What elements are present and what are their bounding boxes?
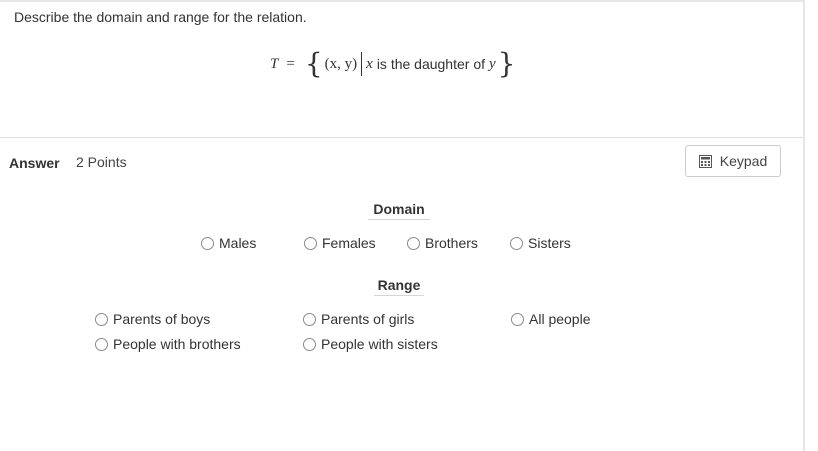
radio-people-with-sisters[interactable] bbox=[303, 337, 316, 351]
formula-pair: (x, y) bbox=[324, 55, 358, 72]
frame-top-border bbox=[0, 0, 803, 2]
domain-title: Domain bbox=[368, 201, 430, 220]
radio-males[interactable] bbox=[201, 236, 214, 250]
radio-parents-of-girls[interactable] bbox=[303, 312, 316, 326]
formula-close-brace: } bbox=[497, 47, 516, 80]
keypad-label: Keypad bbox=[719, 153, 768, 169]
range-option-label: People with sisters bbox=[321, 336, 438, 352]
radio-females[interactable] bbox=[304, 236, 317, 250]
keypad-button[interactable]: Keypad bbox=[685, 145, 781, 177]
range-option-parents-of-girls[interactable]: Parents of girls bbox=[303, 311, 414, 327]
domain-option-label: Sisters bbox=[528, 235, 571, 251]
formula-equals: = bbox=[286, 55, 295, 72]
domain-option-males[interactable]: Males bbox=[201, 235, 256, 251]
formula-var-x: x bbox=[366, 55, 373, 72]
radio-sisters[interactable] bbox=[510, 236, 523, 250]
range-option-people-with-sisters[interactable]: People with sisters bbox=[303, 336, 438, 352]
section-divider bbox=[0, 137, 803, 138]
radio-people-with-brothers[interactable] bbox=[95, 337, 108, 351]
formula-bar bbox=[361, 52, 363, 76]
radio-parents-of-boys[interactable] bbox=[95, 312, 108, 326]
radio-all-people[interactable] bbox=[511, 312, 524, 326]
range-option-people-with-brothers[interactable]: People with brothers bbox=[95, 336, 241, 352]
formula-open-brace: { bbox=[304, 47, 323, 80]
range-option-label: All people bbox=[529, 311, 591, 327]
range-option-label: Parents of boys bbox=[113, 311, 211, 327]
formula-lhs: T bbox=[270, 55, 279, 72]
calculator-icon bbox=[698, 154, 712, 168]
answer-label: Answer bbox=[9, 155, 60, 171]
domain-option-sisters[interactable]: Sisters bbox=[510, 235, 571, 251]
domain-option-label: Females bbox=[322, 235, 376, 251]
range-option-label: Parents of girls bbox=[321, 311, 415, 327]
frame-right-border bbox=[803, 0, 805, 451]
formula-condition: is the daughter of bbox=[376, 56, 485, 72]
domain-option-brothers[interactable]: Brothers bbox=[407, 235, 478, 251]
relation-formula: T = { (x, y) x is the daughter of y } bbox=[270, 48, 518, 80]
domain-option-label: Brothers bbox=[425, 235, 478, 251]
radio-brothers[interactable] bbox=[407, 236, 420, 250]
range-option-all-people[interactable]: All people bbox=[511, 311, 591, 327]
range-title: Range bbox=[374, 277, 424, 296]
question-text: Describe the domain and range for the re… bbox=[14, 9, 307, 25]
range-option-parents-of-boys[interactable]: Parents of boys bbox=[95, 311, 210, 327]
range-option-label: People with brothers bbox=[113, 336, 241, 352]
domain-option-females[interactable]: Females bbox=[304, 235, 376, 251]
points-label: 2 Points bbox=[76, 154, 127, 170]
domain-option-label: Males bbox=[219, 235, 257, 251]
formula-var-y: y bbox=[489, 55, 496, 72]
